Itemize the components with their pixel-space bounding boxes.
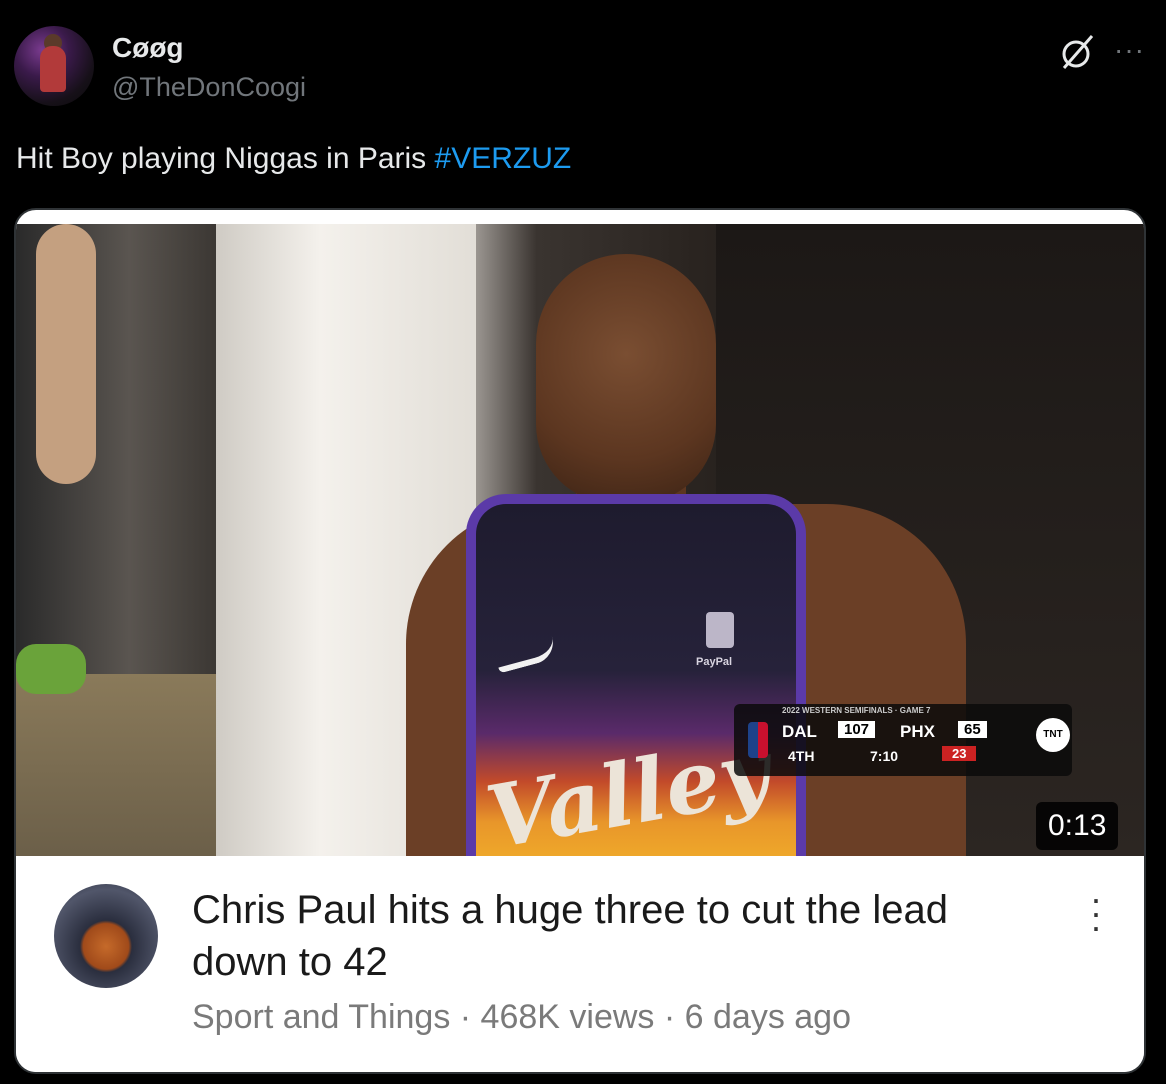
video-thumbnail[interactable]: PayPal Valley 2022 WESTERN SEMIFINALS · …	[16, 224, 1144, 864]
team1-name: DAL	[782, 722, 817, 741]
team1-score: 107	[838, 721, 876, 738]
tweet-text: Hit Boy playing Niggas in Paris #VERZUZ	[16, 142, 571, 176]
network-logo: TNT	[1036, 718, 1070, 752]
video-duration-badge: 0:13	[1036, 802, 1119, 850]
player-head	[536, 254, 716, 504]
more-options-icon[interactable]: ···	[1114, 34, 1145, 66]
user-handle[interactable]: @TheDonCoogi	[112, 72, 306, 103]
embedded-video-card[interactable]: PayPal Valley 2022 WESTERN SEMIFINALS · …	[14, 208, 1146, 1074]
video-meta: Chris Paul hits a huge three to cut the …	[16, 856, 1144, 1072]
upload-age: 6 days ago	[684, 998, 851, 1036]
scorebug-caption: 2022 WESTERN SEMIFINALS · GAME 7	[782, 706, 931, 715]
grok-icon[interactable]	[1058, 32, 1098, 72]
video-subtitle: Sport and Things · 468K views · 6 days a…	[192, 998, 851, 1037]
game-clock: 7:10	[870, 748, 899, 764]
team2-score: 65	[958, 721, 987, 738]
background-arm	[36, 224, 96, 484]
view-count: 468K views	[480, 998, 655, 1036]
shot-clock: 23	[942, 746, 977, 761]
nba-logo-icon	[748, 722, 768, 758]
hashtag-link[interactable]: #VERZUZ	[435, 142, 572, 175]
channel-name[interactable]: Sport and Things	[192, 998, 450, 1036]
display-name[interactable]: Cøøg	[112, 32, 184, 64]
game-quarter: 4TH	[788, 748, 815, 764]
tweet-header: Cøøg @TheDonCoogi ···	[14, 26, 1154, 110]
avatar-figure-body	[40, 46, 66, 92]
video-title[interactable]: Chris Paul hits a huge three to cut the …	[192, 884, 1032, 988]
background-shoe	[16, 644, 86, 694]
tweet-body: Hit Boy playing Niggas in Paris	[16, 142, 435, 175]
separator: ·	[654, 998, 685, 1036]
separator: ·	[450, 998, 481, 1036]
channel-avatar[interactable]	[54, 884, 158, 988]
team-logo-icon	[706, 612, 734, 648]
scorebug: 2022 WESTERN SEMIFINALS · GAME 7 DAL 107…	[734, 704, 1072, 776]
team2-name: PHX	[900, 722, 935, 741]
user-avatar[interactable]	[14, 26, 94, 106]
video-menu-icon[interactable]: · · ·	[1090, 881, 1102, 945]
jersey-sponsor: PayPal	[696, 656, 733, 668]
